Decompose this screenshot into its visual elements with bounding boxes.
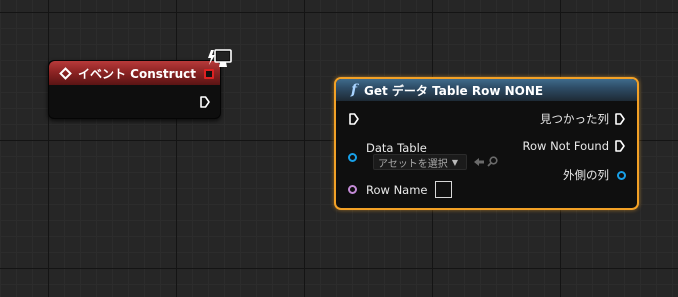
name-pin-icon[interactable] bbox=[348, 185, 357, 194]
back-arrow-icon[interactable] bbox=[473, 157, 485, 167]
row-found-label: 見つかった列 bbox=[540, 112, 609, 126]
row-name-input: Row Name bbox=[348, 181, 452, 198]
exec-input-pin-icon[interactable] bbox=[349, 113, 359, 125]
data-table-value: アセットを選択 bbox=[378, 158, 448, 170]
struct-pin-icon[interactable] bbox=[348, 153, 357, 162]
event-node-header: イベント Construct bbox=[49, 61, 220, 85]
struct-output-pin-icon[interactable] bbox=[617, 170, 626, 180]
delegate-output-pin[interactable] bbox=[204, 69, 214, 79]
row-not-found-output: Row Not Found bbox=[523, 139, 626, 153]
row-name-label: Row Name bbox=[366, 182, 428, 197]
row-found-output: 見つかった列 bbox=[540, 111, 625, 127]
data-table-select[interactable]: アセットを選択 ▼ bbox=[373, 154, 467, 170]
row-name-field[interactable] bbox=[434, 181, 452, 198]
search-icon[interactable] bbox=[487, 156, 498, 167]
function-node-title: Get データ Table Row NONE bbox=[364, 83, 544, 98]
function-icon: f bbox=[351, 82, 358, 98]
exec-found-pin-icon[interactable] bbox=[615, 113, 625, 125]
row-not-found-label: Row Not Found bbox=[522, 139, 610, 153]
monitor-icon bbox=[208, 49, 232, 67]
out-row-output: 外側の列 bbox=[563, 167, 626, 183]
exec-output-pin-icon[interactable] bbox=[200, 96, 210, 108]
event-diamond-icon bbox=[59, 66, 72, 80]
exec-not-found-pin-icon[interactable] bbox=[615, 140, 625, 152]
get-data-table-row-node[interactable]: f Get データ Table Row NONE 見つかった列 Data Tab… bbox=[334, 77, 639, 210]
event-construct-node[interactable]: イベント Construct bbox=[48, 60, 221, 119]
event-node-title: イベント Construct bbox=[78, 66, 196, 81]
out-row-label: 外側の列 bbox=[563, 168, 609, 182]
chevron-down-icon: ▼ bbox=[451, 157, 458, 167]
function-node-header: f Get データ Table Row NONE bbox=[336, 79, 637, 101]
data-table-label: Data Table bbox=[366, 140, 427, 155]
